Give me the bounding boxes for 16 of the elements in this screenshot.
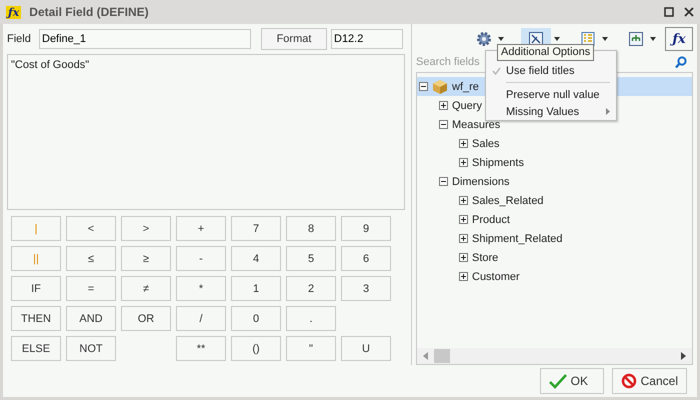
field-label: Field [7, 33, 32, 45]
tree-label: Customer [472, 270, 520, 282]
expression-text: "Cost of Goods" [11, 59, 90, 71]
tooltip: Additional Options [497, 44, 594, 61]
tree-label: Product [472, 214, 510, 226]
tree-label: wf_re [452, 80, 479, 92]
tree-label: Sales [472, 138, 500, 150]
tree-label: Store [472, 252, 498, 264]
tree-label: Measures [452, 118, 500, 130]
tree-label: Sales_Related [472, 194, 544, 206]
tree-label: Dimensions [452, 176, 510, 188]
tree-label: Shipment_Related [472, 232, 563, 244]
app-logo: ƒx [6, 6, 22, 18]
tree-label: Query [452, 100, 482, 112]
tree-label: Shipments [472, 156, 524, 168]
window-title: Detail Field (DEFINE) [29, 5, 149, 19]
